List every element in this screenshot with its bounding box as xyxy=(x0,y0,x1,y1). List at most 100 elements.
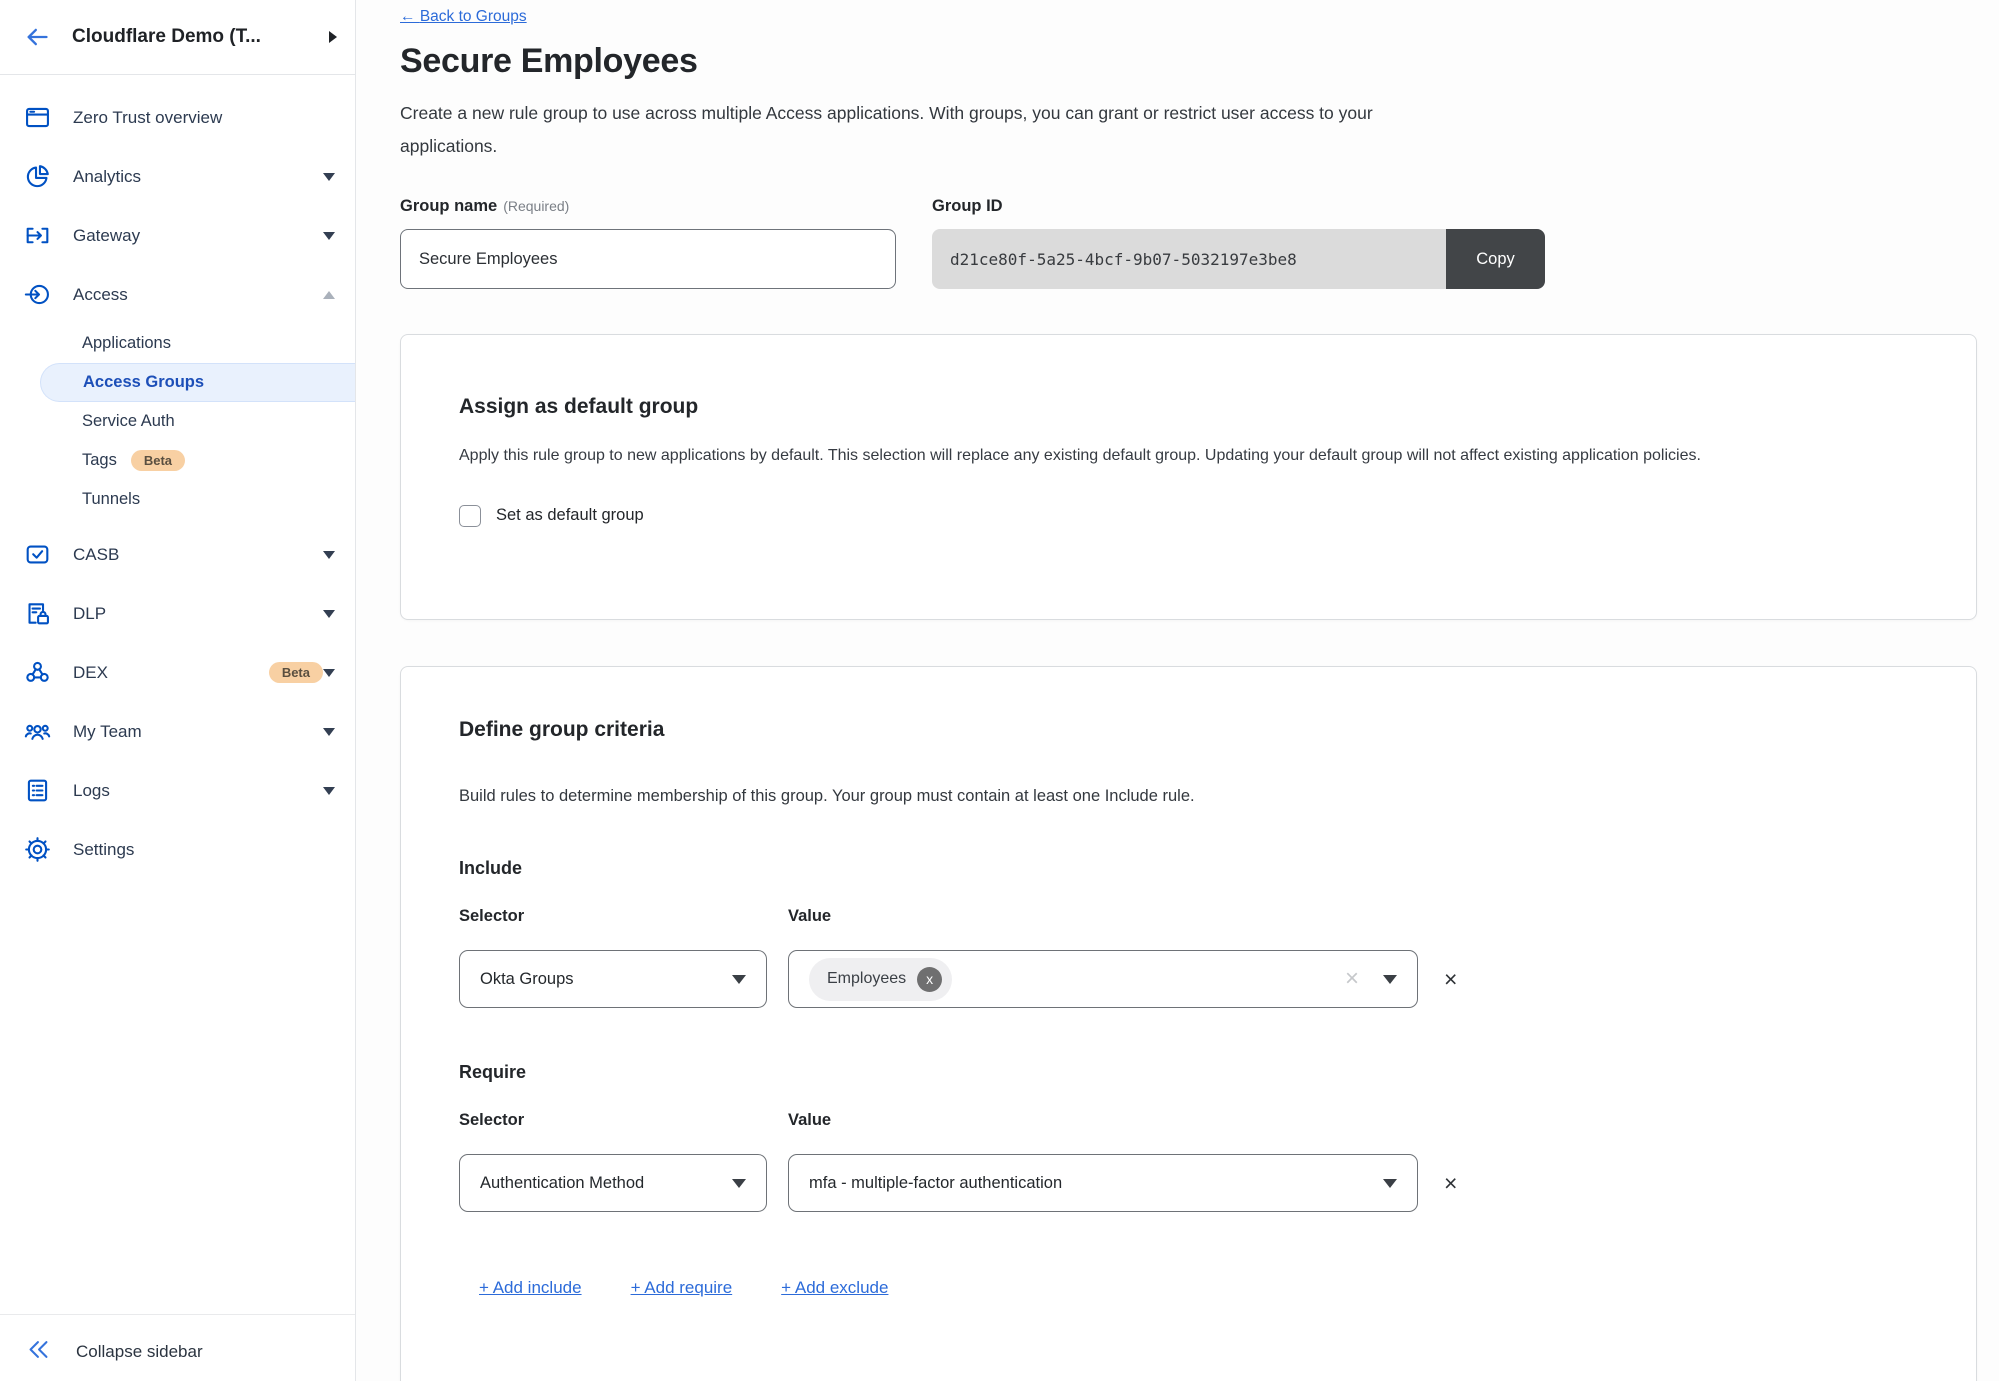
chevron-down-icon[interactable] xyxy=(323,610,335,618)
back-arrow-icon[interactable] xyxy=(24,24,50,50)
main-content: ← Back to Groups Secure Employees Create… xyxy=(356,0,1999,1381)
sidebar-item-label: Logs xyxy=(73,781,323,801)
sidebar-item-label: DEX xyxy=(73,663,255,683)
clear-selection-icon[interactable]: × xyxy=(1345,967,1359,991)
sidebar-item-label: DLP xyxy=(73,604,323,624)
add-exclude-link[interactable]: + Add exclude xyxy=(781,1278,888,1298)
collapse-sidebar-label: Collapse sidebar xyxy=(76,1342,203,1362)
chip-remove-icon[interactable]: x xyxy=(917,967,942,992)
group-name-field-block: Group name(Required) xyxy=(400,197,896,289)
chevron-down-icon[interactable] xyxy=(323,232,335,240)
group-meta-row: Group name(Required) Group ID d21ce80f-5… xyxy=(400,197,1999,289)
sidebar-item-applications[interactable]: Applications xyxy=(0,324,355,363)
sidebar-item-label: Gateway xyxy=(73,226,323,246)
sidebar-item-logs[interactable]: Logs xyxy=(0,761,355,820)
require-selector-dropdown[interactable]: Authentication Method xyxy=(459,1154,767,1212)
sidebar-item-service-auth[interactable]: Service Auth xyxy=(0,402,355,441)
beta-badge: Beta xyxy=(131,450,185,471)
include-rule-row: Okta Groups Employees x × × xyxy=(459,950,1918,1008)
include-selector-value: Okta Groups xyxy=(480,970,732,989)
sidebar-item-casb[interactable]: CASB xyxy=(0,525,355,584)
sidebar-item-label: Zero Trust overview xyxy=(73,108,335,128)
require-selector-label: Selector xyxy=(459,1111,788,1130)
add-rule-links: + Add include + Add require + Add exclud… xyxy=(459,1278,1918,1298)
assign-default-description: Apply this rule group to new application… xyxy=(459,441,1918,471)
access-submenu: Applications Access Groups Service Auth … xyxy=(0,324,355,519)
gear-icon xyxy=(24,836,51,863)
chevron-down-icon[interactable] xyxy=(323,173,335,181)
access-login-icon xyxy=(24,281,51,308)
sidebar-item-dlp[interactable]: DLP xyxy=(0,584,355,643)
gateway-icon xyxy=(24,222,51,249)
add-include-link[interactable]: + Add include xyxy=(479,1278,582,1298)
chevron-up-icon[interactable] xyxy=(323,291,335,299)
sidebar-item-my-team[interactable]: My Team xyxy=(0,702,355,761)
sidebar-header: Cloudflare Demo (T... xyxy=(0,0,355,75)
include-labels-row: Selector Value xyxy=(459,907,1918,926)
sidebar-item-label: Tags xyxy=(82,451,117,470)
chevron-right-icon[interactable] xyxy=(329,31,337,43)
analytics-pie-icon xyxy=(24,163,51,190)
include-selector-dropdown[interactable]: Okta Groups xyxy=(459,950,767,1008)
sidebar-item-tags[interactable]: Tags Beta xyxy=(0,441,355,480)
back-link-label: Back to Groups xyxy=(420,8,527,25)
collapse-sidebar-button[interactable]: Collapse sidebar xyxy=(0,1315,355,1381)
casb-check-icon xyxy=(24,541,51,568)
remove-include-rule-icon[interactable]: × xyxy=(1444,968,1457,991)
sidebar-item-label: CASB xyxy=(73,545,323,565)
remove-require-rule-icon[interactable]: × xyxy=(1444,1172,1457,1195)
sidebar-item-access[interactable]: Access xyxy=(0,265,355,324)
sidebar-item-label: Service Auth xyxy=(82,412,175,431)
overview-window-icon xyxy=(24,104,51,131)
logs-list-icon xyxy=(24,777,51,804)
sidebar-item-zero-trust-overview[interactable]: Zero Trust overview xyxy=(0,88,355,147)
sidebar-item-label: My Team xyxy=(73,722,323,742)
dex-network-icon xyxy=(24,659,51,686)
require-selector-value: Authentication Method xyxy=(480,1174,732,1193)
group-name-label: Group name xyxy=(400,197,497,215)
chevron-down-icon xyxy=(732,1179,746,1188)
add-require-link[interactable]: + Add require xyxy=(631,1278,733,1298)
chevron-down-icon[interactable] xyxy=(323,787,335,795)
sidebar-item-label: Analytics xyxy=(73,167,323,187)
dlp-document-lock-icon xyxy=(24,600,51,627)
copy-button[interactable]: Copy xyxy=(1446,229,1545,289)
sidebar-item-settings[interactable]: Settings xyxy=(0,820,355,879)
sidebar: Cloudflare Demo (T... Zero Trust overvie… xyxy=(0,0,356,1381)
chevron-down-icon xyxy=(732,975,746,984)
sidebar-item-label: Tunnels xyxy=(82,490,140,509)
employees-chip: Employees x xyxy=(809,958,952,1001)
account-name[interactable]: Cloudflare Demo (T... xyxy=(72,26,329,48)
require-section-heading: Require xyxy=(459,1062,1918,1083)
sidebar-item-analytics[interactable]: Analytics xyxy=(0,147,355,206)
sidebar-nav: Zero Trust overview Analytics Gateway xyxy=(0,75,355,879)
beta-badge: Beta xyxy=(269,662,323,683)
sidebar-item-gateway[interactable]: Gateway xyxy=(0,206,355,265)
sidebar-item-label: Access Groups xyxy=(83,373,204,392)
require-labels-row: Selector Value xyxy=(459,1111,1918,1130)
assign-default-heading: Assign as default group xyxy=(459,395,1918,419)
require-rule-row: Authentication Method mfa - multiple-fac… xyxy=(459,1154,1918,1212)
set-default-group-checkbox[interactable] xyxy=(459,505,481,527)
chevron-down-icon[interactable] xyxy=(323,728,335,736)
sidebar-item-tunnels[interactable]: Tunnels xyxy=(0,480,355,519)
default-group-checkbox-row: Set as default group xyxy=(459,505,1918,527)
define-group-criteria-card: Define group criteria Build rules to det… xyxy=(400,666,1977,1381)
chevron-down-icon[interactable] xyxy=(323,551,335,559)
group-name-input[interactable] xyxy=(400,229,896,289)
set-default-group-label: Set as default group xyxy=(496,506,644,525)
back-to-groups-link[interactable]: ← Back to Groups xyxy=(400,8,527,26)
page-description: Create a new rule group to use across mu… xyxy=(400,97,1380,163)
zero-trust-dashboard: Cloudflare Demo (T... Zero Trust overvie… xyxy=(0,0,1999,1381)
sidebar-item-dex[interactable]: DEX Beta xyxy=(0,643,355,702)
require-value-dropdown[interactable]: mfa - multiple-factor authentication xyxy=(788,1154,1418,1212)
group-id-label: Group ID xyxy=(932,197,1545,216)
back-arrow-glyph: ← xyxy=(400,8,416,25)
collapse-chevrons-icon xyxy=(26,1337,51,1367)
group-id-value: d21ce80f-5a25-4bcf-9b07-5032197e3be8 xyxy=(932,229,1446,289)
sidebar-item-access-groups[interactable]: Access Groups xyxy=(40,363,355,402)
chevron-down-icon[interactable] xyxy=(323,669,335,677)
chevron-down-icon xyxy=(1383,1179,1397,1188)
chip-label: Employees xyxy=(827,970,906,988)
include-value-multiselect[interactable]: Employees x × xyxy=(788,950,1418,1008)
